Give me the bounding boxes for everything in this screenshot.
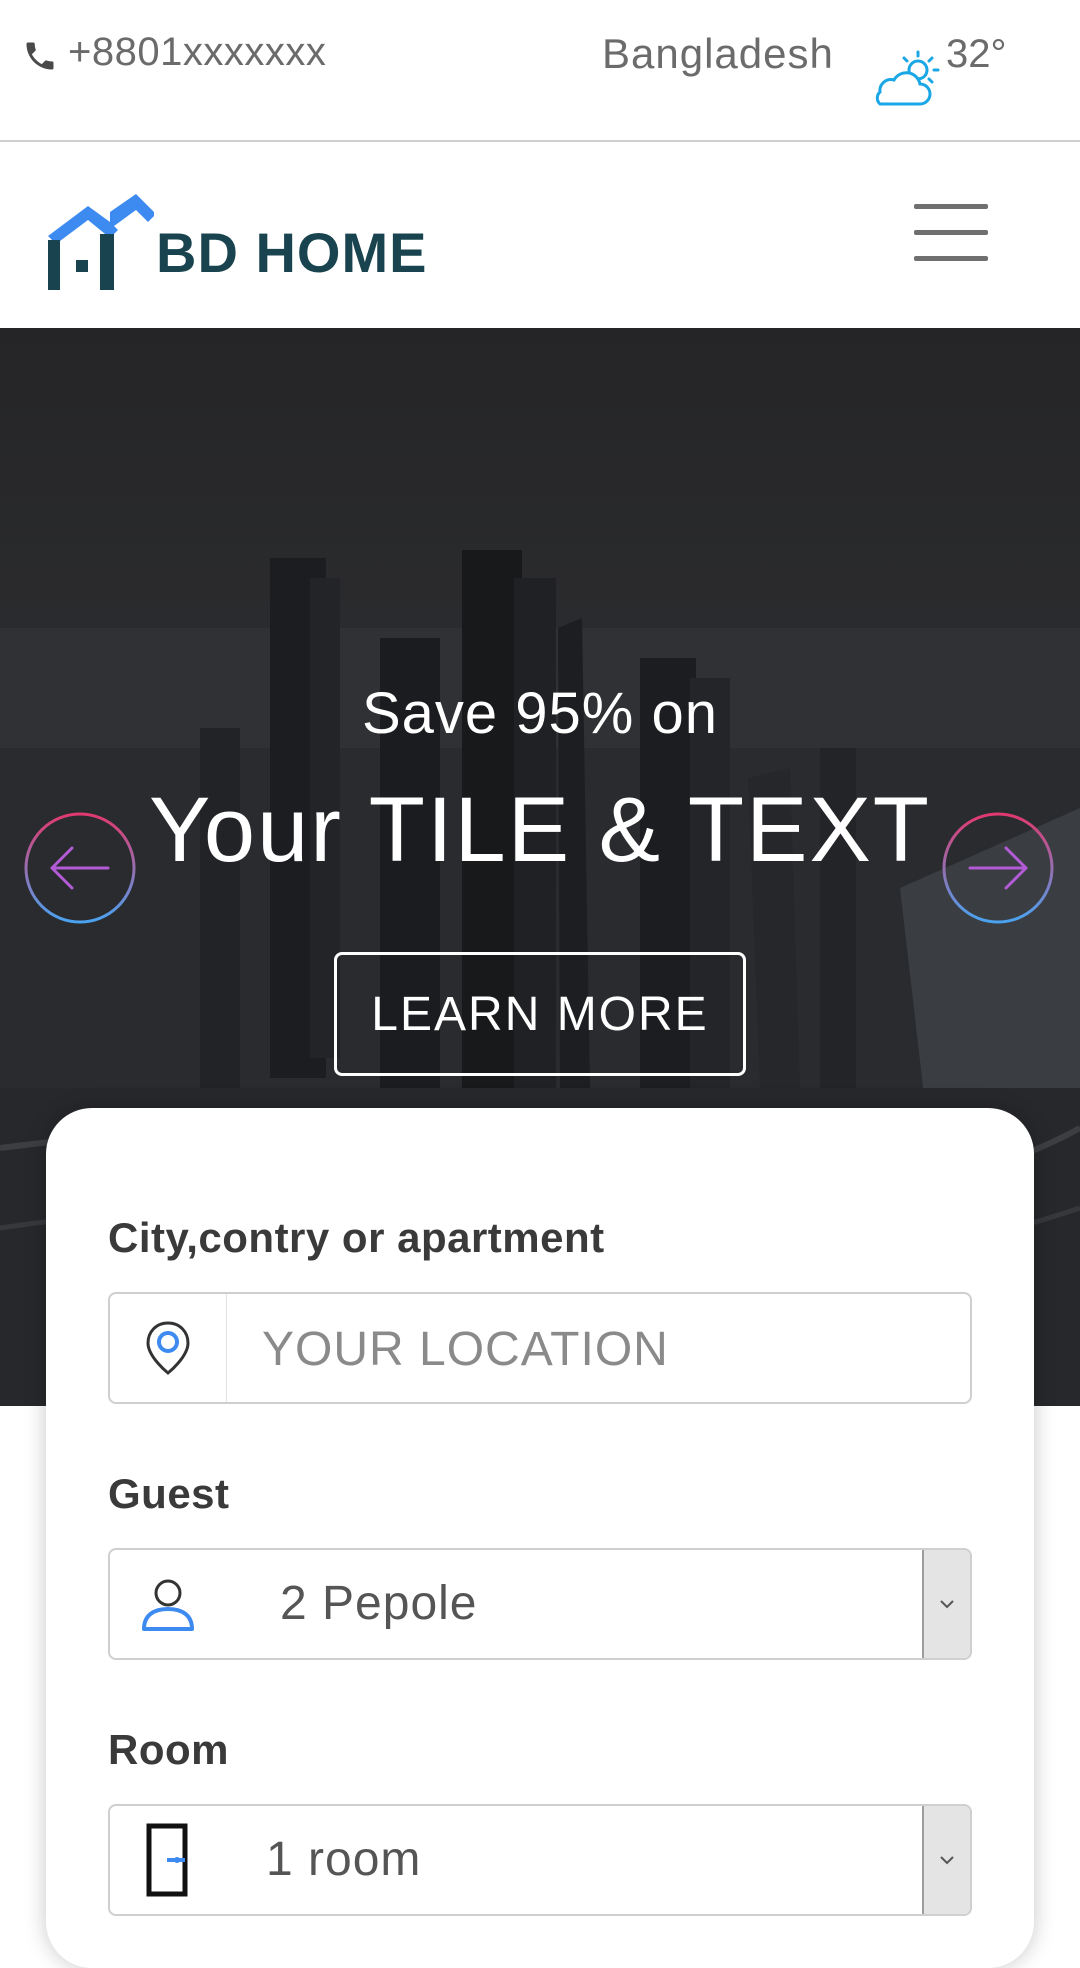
phone-number[interactable]: +8801xxxxxxx xyxy=(68,30,326,75)
brand-name: BD HOME xyxy=(156,221,428,284)
room-select[interactable]: 1 room xyxy=(108,1804,972,1916)
chevron-down-icon[interactable] xyxy=(922,1550,970,1658)
phone-icon xyxy=(26,42,54,70)
guest-value: 2 Pepole xyxy=(280,1577,478,1630)
arrow-left-icon[interactable] xyxy=(22,810,138,926)
hero-subtitle: Save 95% on xyxy=(361,681,719,746)
field-divider xyxy=(226,1294,227,1402)
partly-cloudy-icon xyxy=(875,50,940,106)
location-field[interactable] xyxy=(108,1292,972,1404)
country-name: Bangladesh xyxy=(602,30,834,77)
hero-title: Your TILE & TEXT xyxy=(148,779,931,881)
guest-label: Guest xyxy=(108,1470,230,1517)
location-input[interactable] xyxy=(260,1294,954,1404)
temperature: 32° xyxy=(946,32,1007,76)
location-pin-icon xyxy=(110,1294,226,1402)
room-label: Room xyxy=(108,1726,229,1773)
room-value: 1 room xyxy=(266,1833,422,1886)
guest-select[interactable]: 2 Pepole xyxy=(108,1548,972,1660)
navbar: BD HOME xyxy=(0,142,1080,328)
house-logo-icon xyxy=(48,194,154,290)
search-card: City,contry or apartment Guest 2 Pepole … xyxy=(46,1108,1034,1968)
top-info-bar: +8801xxxxxxx Bangladesh 32° xyxy=(0,0,1080,142)
learn-more-button[interactable]: LEARN MORE xyxy=(334,952,746,1076)
hamburger-icon[interactable] xyxy=(914,204,988,264)
door-icon xyxy=(110,1806,226,1914)
brand-logo[interactable]: BD HOME xyxy=(44,182,464,294)
chevron-down-icon[interactable] xyxy=(922,1806,970,1914)
person-icon xyxy=(110,1550,226,1658)
arrow-right-icon[interactable] xyxy=(940,810,1056,926)
location-label: City,contry or apartment xyxy=(108,1214,605,1261)
